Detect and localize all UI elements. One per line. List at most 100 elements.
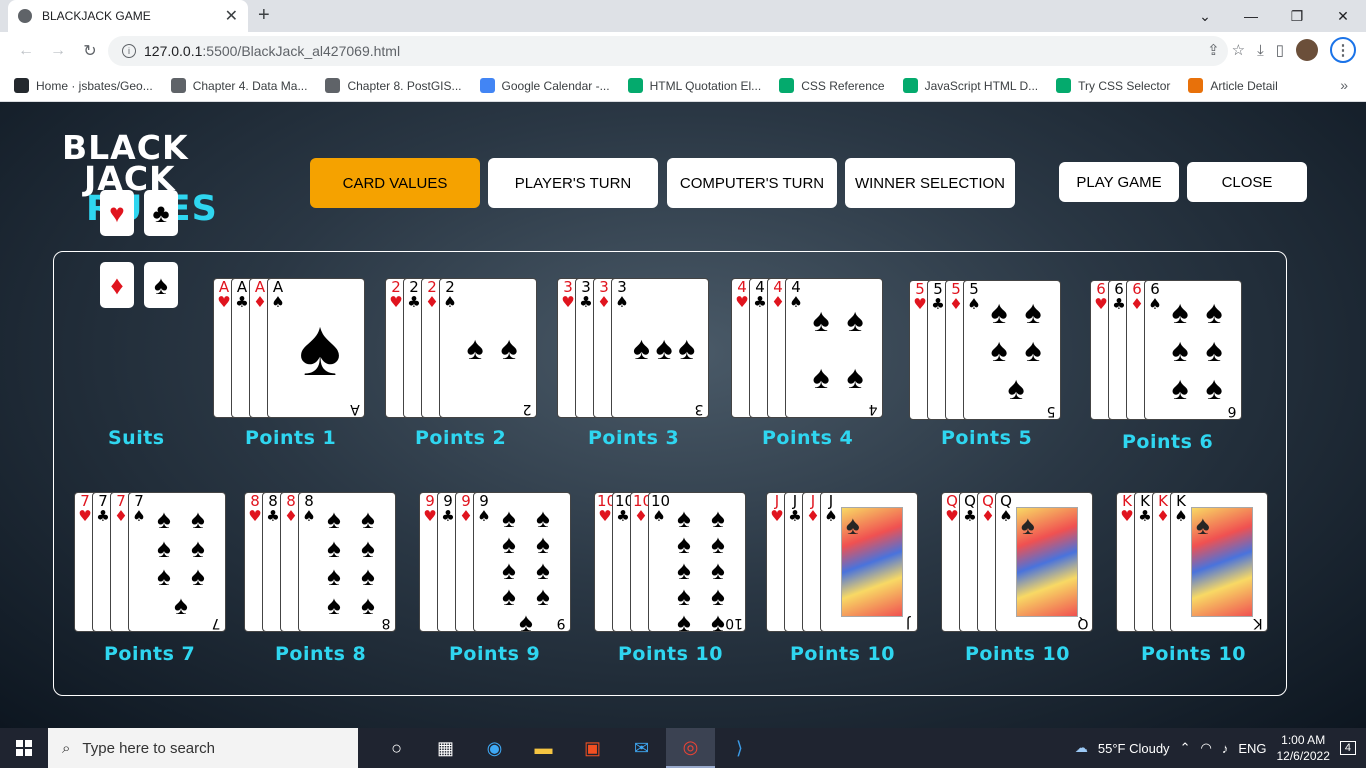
bookmark-item[interactable]: JavaScript HTML D... xyxy=(902,78,1038,93)
forward-icon[interactable]: → xyxy=(42,42,74,60)
spade-pip-icon: ♠ xyxy=(519,607,533,632)
spade-icon: ♠ xyxy=(1174,507,1188,525)
system-tray: ☁ 55°F Cloudy ⌃ ◠ ♪ ENG 1:00 AM 12/6/202… xyxy=(1075,728,1366,768)
language-indicator[interactable]: ENG xyxy=(1238,741,1266,756)
restore-icon[interactable]: ❐ xyxy=(1274,0,1320,32)
site-info-icon[interactable]: i xyxy=(122,44,136,58)
notifications-icon[interactable]: 4 xyxy=(1339,741,1356,755)
tab-search-icon[interactable]: ⌄ xyxy=(1182,0,1228,32)
bookmark-item[interactable]: HTML Quotation El... xyxy=(627,78,761,93)
bookmark-item[interactable]: Chapter 4. Data Ma... xyxy=(170,78,307,93)
more-bookmarks-icon[interactable]: » xyxy=(1340,77,1348,93)
volume-icon[interactable]: ♪ xyxy=(1222,741,1229,756)
windows-logo-icon xyxy=(16,740,32,756)
card-suit-icon: ♦ xyxy=(1130,295,1144,313)
minimize-icon[interactable]: — xyxy=(1228,0,1274,32)
back-icon[interactable]: ← xyxy=(10,42,42,60)
share-icon[interactable]: ⇪ xyxy=(1207,41,1220,59)
clock-date: 12/6/2022 xyxy=(1276,749,1330,763)
play-game-button[interactable]: PLAY GAME xyxy=(1059,162,1179,202)
suits-group: ♥ ♣ ♦ ♠ xyxy=(100,190,180,310)
address-bar[interactable]: i 127.0.0.1 :5500/BlackJack_al427069.htm… xyxy=(108,36,1228,66)
spade-card-9: 9 ♠ ♠ ♠ ♠ ♠ ♠ ♠ ♠ ♠ ♠ 9 xyxy=(473,492,571,632)
spade-card-6: 6 ♠ ♠ ♠ ♠ ♠ ♠ ♠ 6 xyxy=(1144,280,1242,420)
face-card-art: ♠ xyxy=(841,507,903,617)
start-button[interactable] xyxy=(0,728,48,768)
card-suit-icon: ♥ xyxy=(217,293,231,311)
side-panel-icon[interactable]: ▯ xyxy=(1276,41,1284,59)
spade-pip-icon: ♠ xyxy=(327,504,341,535)
spade-icon: ♠ xyxy=(824,507,838,525)
vscode-icon[interactable]: ⟩ xyxy=(715,728,764,768)
card-suit-icon: ♥ xyxy=(770,507,784,525)
spade-pip-icon: ♠ xyxy=(502,529,516,559)
card-suit-icon: ♣ xyxy=(579,293,593,311)
store-icon[interactable]: ▣ xyxy=(568,728,617,768)
card-rank-bottom: J xyxy=(905,615,911,631)
calendar-icon xyxy=(479,78,495,93)
spade-pip-icon: ♠ xyxy=(361,504,375,535)
card-pips: ♠ ♠ ♠ ♠ ♠ ♠ xyxy=(1163,293,1231,407)
card-pips: ♠ ♠ ♠ ♠ ♠ ♠ ♠ ♠ ♠ ♠ xyxy=(667,505,735,631)
spade-icon: ♠ xyxy=(652,507,666,525)
bookmark-item[interactable]: Google Calendar -... xyxy=(479,78,610,93)
bookmark-item[interactable]: Chapter 8. PostGIS... xyxy=(325,78,462,93)
browser-tab[interactable]: BLACKJACK GAME ✕ xyxy=(8,0,248,32)
download-icon[interactable]: ⤓ xyxy=(1257,42,1264,59)
clock[interactable]: 1:00 AM 12/6/2022 xyxy=(1276,732,1329,764)
spade-pip-icon: ♠ xyxy=(466,330,484,366)
card-rank-bottom: 6 xyxy=(1227,403,1237,419)
close-button[interactable]: CLOSE xyxy=(1187,162,1307,202)
close-window-icon[interactable]: ✕ xyxy=(1320,0,1366,32)
points-label: Points 10 xyxy=(618,643,723,665)
taskbar-search[interactable]: ⌕ Type here to search xyxy=(48,728,358,768)
spade-icon: ♠ xyxy=(1196,510,1210,540)
spade-pip-icon: ♠ xyxy=(536,555,550,585)
close-tab-icon[interactable]: ✕ xyxy=(225,6,238,26)
card-suit-icon: ♦ xyxy=(425,293,439,311)
mail-icon[interactable]: ✉ xyxy=(617,728,666,768)
players-turn-button[interactable]: PLAYER'S TURN xyxy=(488,158,658,208)
bookmark-item[interactable]: Article Detail xyxy=(1188,78,1278,93)
spade-icon: ♠ xyxy=(615,293,629,311)
spade-card-q: Q ♠ ♠ Q xyxy=(995,492,1093,632)
github-icon xyxy=(14,78,29,93)
file-explorer-icon[interactable]: ▬ xyxy=(519,728,568,768)
bookmarks-bar: Home · jsbates/Geo... Chapter 4. Data Ma.… xyxy=(0,70,1366,102)
new-tab-icon[interactable]: + xyxy=(258,4,270,27)
chrome-icon[interactable]: ◎ xyxy=(666,728,715,768)
winner-selection-button[interactable]: WINNER SELECTION xyxy=(845,158,1015,208)
card-suit-icon: ♣ xyxy=(441,507,455,525)
edge-icon[interactable]: ◉ xyxy=(470,728,519,768)
card-suit-icon: ♦ xyxy=(806,507,820,525)
reload-icon[interactable]: ↻ xyxy=(74,41,106,61)
task-view-icon[interactable]: ○ xyxy=(372,728,421,768)
widgets-icon[interactable]: ▦ xyxy=(421,728,470,768)
spade-pip-icon: ♠ xyxy=(191,532,205,563)
bookmark-star-icon[interactable]: ☆ xyxy=(1232,41,1245,59)
globe-icon xyxy=(170,78,186,93)
spade-pip-icon: ♠ xyxy=(632,330,650,366)
spade-pip-icon: ♠ xyxy=(990,294,1008,330)
card-rank-bottom: 3 xyxy=(694,401,704,417)
bookmark-item[interactable]: Try CSS Selector xyxy=(1056,78,1170,93)
card-suit-icon: ♥ xyxy=(735,293,749,311)
card-rank-bottom: 7 xyxy=(211,615,221,631)
network-icon[interactable]: ◠ xyxy=(1200,740,1211,756)
profile-avatar[interactable] xyxy=(1296,39,1318,61)
diamond-suit-icon: ♦ xyxy=(100,262,134,308)
bookmark-label: Home · jsbates/Geo... xyxy=(36,78,153,93)
menu-icon[interactable]: ⋮ xyxy=(1330,37,1356,63)
w3schools-icon xyxy=(902,78,918,93)
card-values-button[interactable]: CARD VALUES xyxy=(310,158,480,208)
card-suit-icon: ♦ xyxy=(253,293,267,311)
points-label: Points 10 xyxy=(1141,643,1246,665)
face-card-art: ♠ xyxy=(1016,507,1078,617)
bookmark-item[interactable]: CSS Reference xyxy=(779,78,885,93)
bookmark-item[interactable]: Home · jsbates/Geo... xyxy=(14,78,153,93)
chevron-up-icon[interactable]: ⌃ xyxy=(1180,740,1191,756)
weather-text[interactable]: 55°F Cloudy xyxy=(1098,741,1170,756)
computers-turn-button[interactable]: COMPUTER'S TURN xyxy=(667,158,837,208)
card-suit-icon: ♥ xyxy=(248,507,262,525)
card-rank-bottom: K xyxy=(1253,615,1263,631)
